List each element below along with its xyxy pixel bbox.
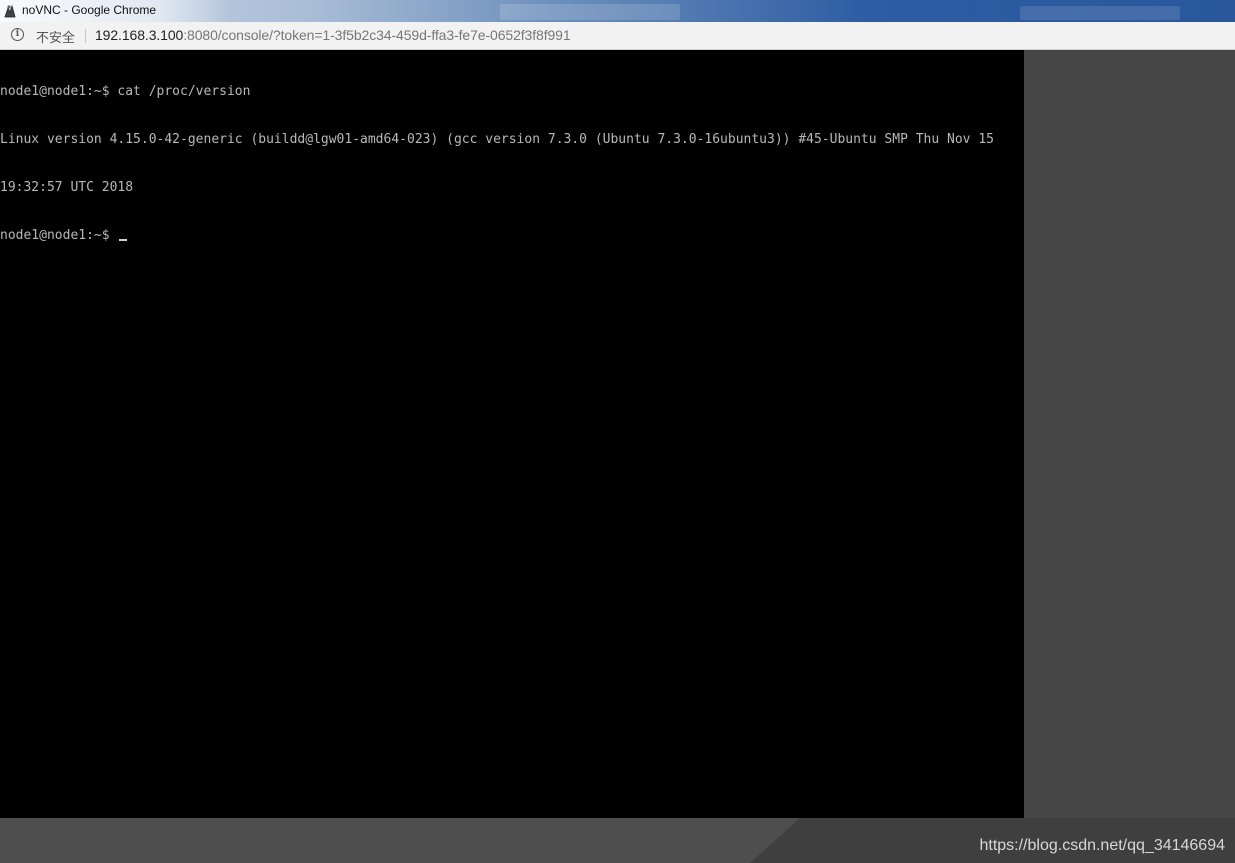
viewport-bottom-strip-light: [0, 818, 800, 863]
address-separator: [85, 29, 86, 43]
terminal-output: node1@node1:~$ cat /proc/version Linux v…: [0, 52, 994, 276]
security-label[interactable]: 不安全: [36, 27, 75, 46]
terminal-line: Linux version 4.15.0-42-generic (buildd@…: [0, 132, 994, 147]
watermark: https://blog.csdn.net/qq_34146694: [979, 837, 1225, 854]
terminal-prompt-line[interactable]: node1@node1:~$: [0, 228, 994, 244]
url-host: 192.168.3.100: [95, 27, 184, 43]
window-title: noVNC - Google Chrome: [22, 3, 157, 17]
address-bar[interactable]: i 不安全 192.168.3.100:8080/console/?token=…: [0, 22, 1235, 50]
terminal-cursor: [119, 239, 128, 241]
vnc-screen[interactable]: node1@node1:~$ cat /proc/version Linux v…: [0, 50, 1024, 818]
url-path: :8080/console/?token=1-3f5b2c34-459d-ffa…: [183, 27, 571, 43]
novnc-viewport: node1@node1:~$ cat /proc/version Linux v…: [0, 50, 1235, 863]
novnc-app-icon: [4, 4, 16, 18]
url-text[interactable]: 192.168.3.100:8080/console/?token=1-3f5b…: [95, 27, 571, 43]
window-titlebar[interactable]: noVNC - Google Chrome: [0, 0, 1235, 22]
terminal-prompt: node1@node1:~$: [0, 228, 118, 243]
background-window-controls: [1020, 6, 1180, 20]
terminal-line: 19:32:57 UTC 2018: [0, 180, 134, 195]
info-icon[interactable]: i: [11, 28, 24, 41]
background-window-tabs: [500, 4, 680, 20]
terminal-line: node1@node1:~$ cat /proc/version: [0, 84, 251, 99]
